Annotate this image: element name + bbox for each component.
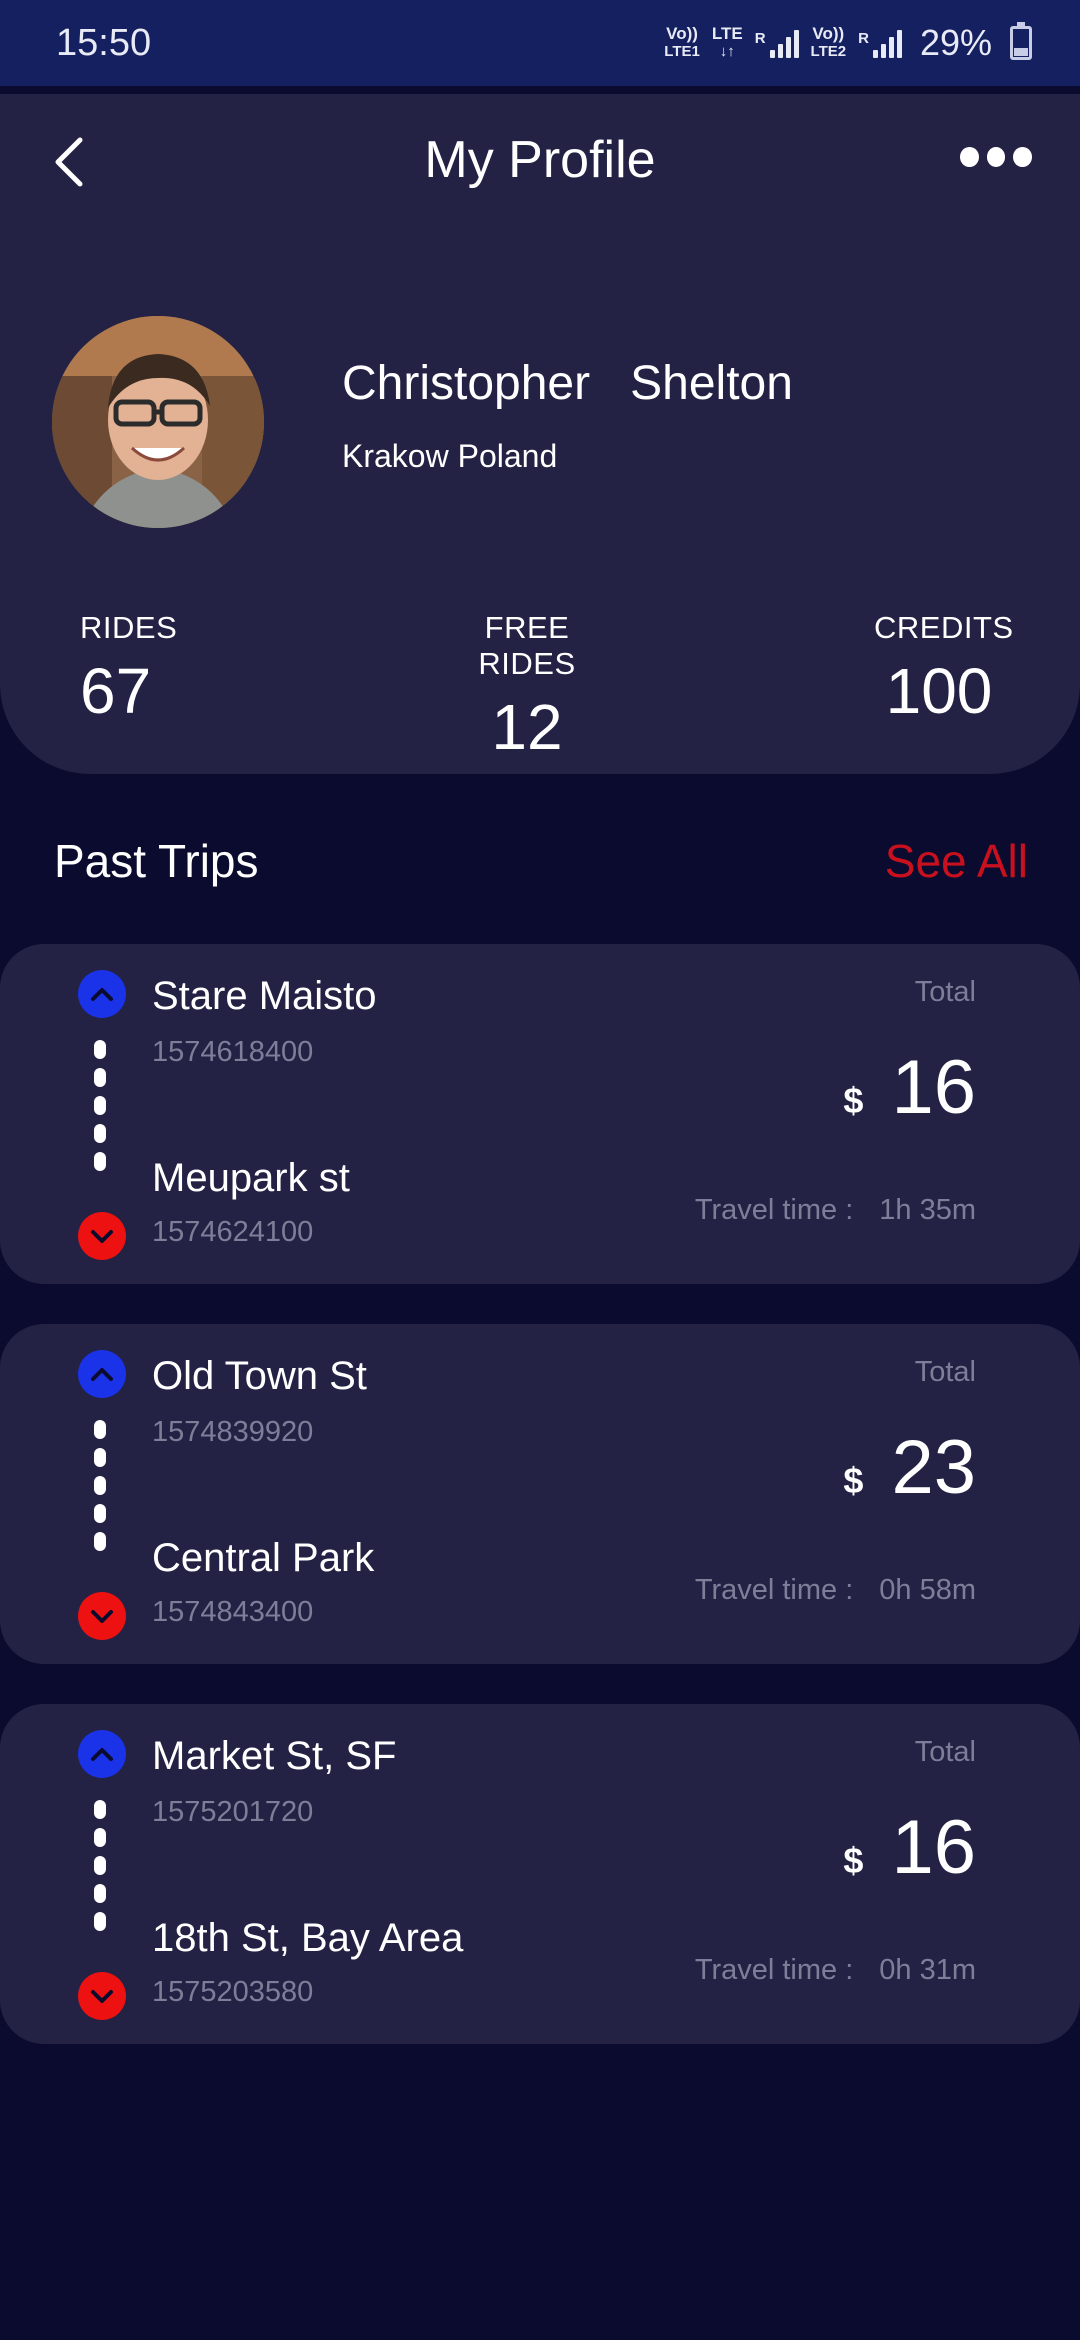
route-dots (94, 1800, 110, 1931)
travel-time-value: 0h 31m (879, 1954, 976, 1986)
trip-end-icon (78, 1972, 126, 2020)
profile-name: Christopher Shelton (342, 357, 793, 410)
trip-origin-time: 1575201720 (152, 1796, 314, 1828)
trip-destination-time: 1574843400 (152, 1596, 314, 1628)
see-all-link[interactable]: See All (885, 834, 1028, 888)
battery-level-fill (1014, 48, 1028, 56)
travel-time-value: 0h 58m (879, 1574, 976, 1606)
profile-screen: 15:50 Vo)) LTE1 LTE ↓↑ R Vo)) LTE2 R 29% (0, 0, 1080, 2340)
trip-total: $ 23 (843, 1424, 976, 1511)
trip-total: $ 16 (843, 1044, 976, 1131)
trip-origin-time: 1574618400 (152, 1036, 314, 1068)
travel-time: Travel time : 1h 35m (695, 1194, 976, 1227)
chevron-up-icon (91, 1748, 113, 1761)
trip-destination: Central Park (152, 1536, 375, 1580)
stat-label: CREDITS (874, 610, 1014, 645)
stat-value: 100 (885, 655, 993, 727)
trip-start-icon (78, 1730, 126, 1778)
chevron-up-icon (91, 1368, 113, 1381)
trip-origin-time: 1574839920 (152, 1416, 314, 1448)
trip-destination-time: 1574624100 (152, 1216, 314, 1248)
trip-end-icon (78, 1592, 126, 1640)
trip-destination: 18th St, Bay Area (152, 1916, 464, 1960)
battery-icon (1010, 22, 1032, 60)
signal-strength-icon (769, 28, 799, 58)
battery-percentage: 29% (919, 22, 992, 63)
trip-origin: Old Town St (152, 1354, 367, 1398)
total-label: Total (914, 976, 976, 1008)
travel-time: Travel time : 0h 58m (695, 1574, 976, 1607)
more-horizontal-icon (960, 147, 979, 167)
roaming-indicator-2: R (858, 30, 869, 47)
travel-time: Travel time : 0h 31m (695, 1954, 976, 1987)
trip-destination-time: 1575203580 (152, 1976, 314, 2008)
trip-card[interactable]: Market St, SF 1575201720 18th St, Bay Ar… (0, 1704, 1080, 2044)
chevron-down-icon (91, 1990, 113, 2003)
profile-photo (52, 316, 264, 528)
currency-symbol: $ (843, 1460, 864, 1501)
sim1-volte-indicator: Vo)) LTE1 (664, 24, 700, 61)
chevron-up-icon (91, 988, 113, 1001)
profile-header-card: My Profile Christopher Shelton Krakow Po… (0, 94, 1080, 774)
trip-total-value: 16 (891, 1045, 976, 1130)
stat-rides: RIDES 67 (80, 610, 177, 728)
stat-value: 12 (491, 691, 563, 763)
trip-origin: Market St, SF (152, 1734, 397, 1778)
route-dots (94, 1420, 110, 1551)
signal-strength-icon (872, 28, 902, 58)
trip-end-icon (78, 1212, 126, 1260)
stat-free-rides: FREE RIDES 12 (442, 610, 612, 764)
travel-time-label: Travel time : (694, 1954, 854, 1986)
stat-credits: CREDITS 100 (874, 610, 1014, 728)
stat-label: RIDES (80, 610, 178, 645)
trip-origin: Stare Maisto (152, 974, 377, 1018)
total-label: Total (914, 1356, 976, 1388)
trip-destination: Meupark st (152, 1156, 350, 1200)
avatar[interactable] (52, 316, 264, 528)
trip-card[interactable]: Old Town St 1574839920 Central Park 1574… (0, 1324, 1080, 1664)
trip-start-icon (78, 1350, 126, 1398)
page-title: My Profile (424, 131, 656, 189)
total-label: Total (914, 1736, 976, 1768)
status-bar: 15:50 Vo)) LTE1 LTE ↓↑ R Vo)) LTE2 R 29% (0, 0, 1080, 86)
route-dots (94, 1040, 110, 1171)
chevron-down-icon (91, 1230, 113, 1243)
more-options-button[interactable] (960, 142, 1033, 172)
chevron-down-icon (91, 1610, 113, 1623)
travel-time-label: Travel time : (694, 1574, 854, 1606)
sim2-volte-indicator: Vo)) LTE2 (810, 24, 847, 61)
trip-total-value: 23 (891, 1425, 976, 1510)
roaming-indicator-1: R (754, 30, 766, 47)
trip-total: $ 16 (843, 1804, 976, 1891)
past-trips-title: Past Trips (54, 835, 259, 887)
status-indicators: Vo)) LTE1 LTE ↓↑ R Vo)) LTE2 R 29% (664, 22, 1032, 64)
profile-location: Krakow Poland (342, 438, 558, 474)
lte-data-indicator: LTE ↓↑ (711, 24, 743, 61)
stat-label: FREE RIDES (478, 610, 576, 681)
stat-value: 67 (80, 655, 152, 727)
travel-time-value: 1h 35m (879, 1194, 976, 1226)
trip-card[interactable]: Stare Maisto 1574618400 Meupark st 15746… (0, 944, 1080, 1284)
trip-total-value: 16 (891, 1805, 976, 1890)
trip-start-icon (78, 970, 126, 1018)
status-time: 15:50 (56, 21, 152, 64)
currency-symbol: $ (843, 1840, 864, 1881)
travel-time-label: Travel time : (694, 1194, 854, 1226)
currency-symbol: $ (843, 1080, 864, 1121)
